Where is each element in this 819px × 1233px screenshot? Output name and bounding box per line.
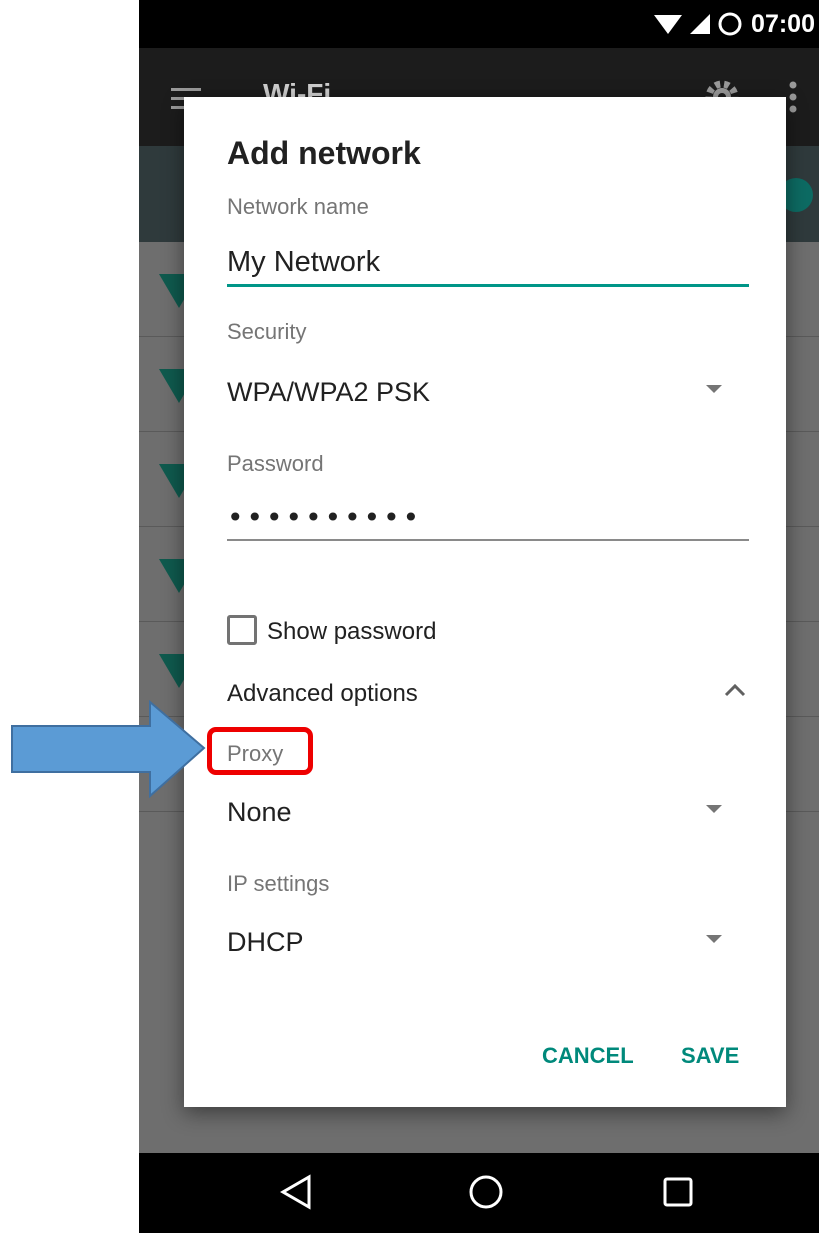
- status-bar: 07:00: [139, 0, 819, 48]
- wifi-icon: [654, 15, 683, 34]
- status-time: 07:00: [751, 9, 815, 38]
- network-name-label: Network name: [227, 194, 369, 219]
- cancel-button[interactable]: CANCEL: [542, 1043, 634, 1069]
- save-button[interactable]: SAVE: [681, 1043, 739, 1069]
- chevron-up-icon[interactable]: [724, 683, 746, 697]
- show-password-checkbox[interactable]: [227, 615, 257, 645]
- navigation-bar: [139, 1153, 819, 1233]
- security-dropdown[interactable]: WPA/WPA2 PSK: [227, 377, 430, 408]
- network-name-input[interactable]: [227, 240, 749, 287]
- signal-icon: [690, 14, 711, 34]
- password-input[interactable]: [227, 495, 749, 541]
- password-label: Password: [227, 451, 324, 476]
- show-password-label[interactable]: Show password: [267, 618, 436, 646]
- add-network-dialog: Add network Network name Security WPA/WP…: [184, 97, 786, 1107]
- proxy-highlight-box: [207, 727, 313, 775]
- battery-icon: [718, 12, 742, 36]
- ip-settings-label: IP settings: [227, 871, 330, 896]
- status-icons: 07:00: [653, 0, 815, 48]
- proxy-dropdown[interactable]: None: [227, 797, 292, 828]
- security-label: Security: [227, 319, 307, 344]
- dropdown-arrow-icon[interactable]: [706, 805, 722, 813]
- more-vert-icon[interactable]: [787, 80, 799, 114]
- dialog-title: Add network: [227, 135, 421, 171]
- home-icon[interactable]: [467, 1173, 505, 1211]
- dropdown-arrow-icon[interactable]: [706, 385, 722, 393]
- pointer-arrow-icon: [11, 700, 206, 799]
- advanced-options-label[interactable]: Advanced options: [227, 680, 418, 708]
- ip-settings-dropdown[interactable]: DHCP: [227, 927, 304, 958]
- back-icon[interactable]: [279, 1173, 313, 1211]
- dropdown-arrow-icon[interactable]: [706, 935, 722, 943]
- recents-icon[interactable]: [661, 1173, 695, 1211]
